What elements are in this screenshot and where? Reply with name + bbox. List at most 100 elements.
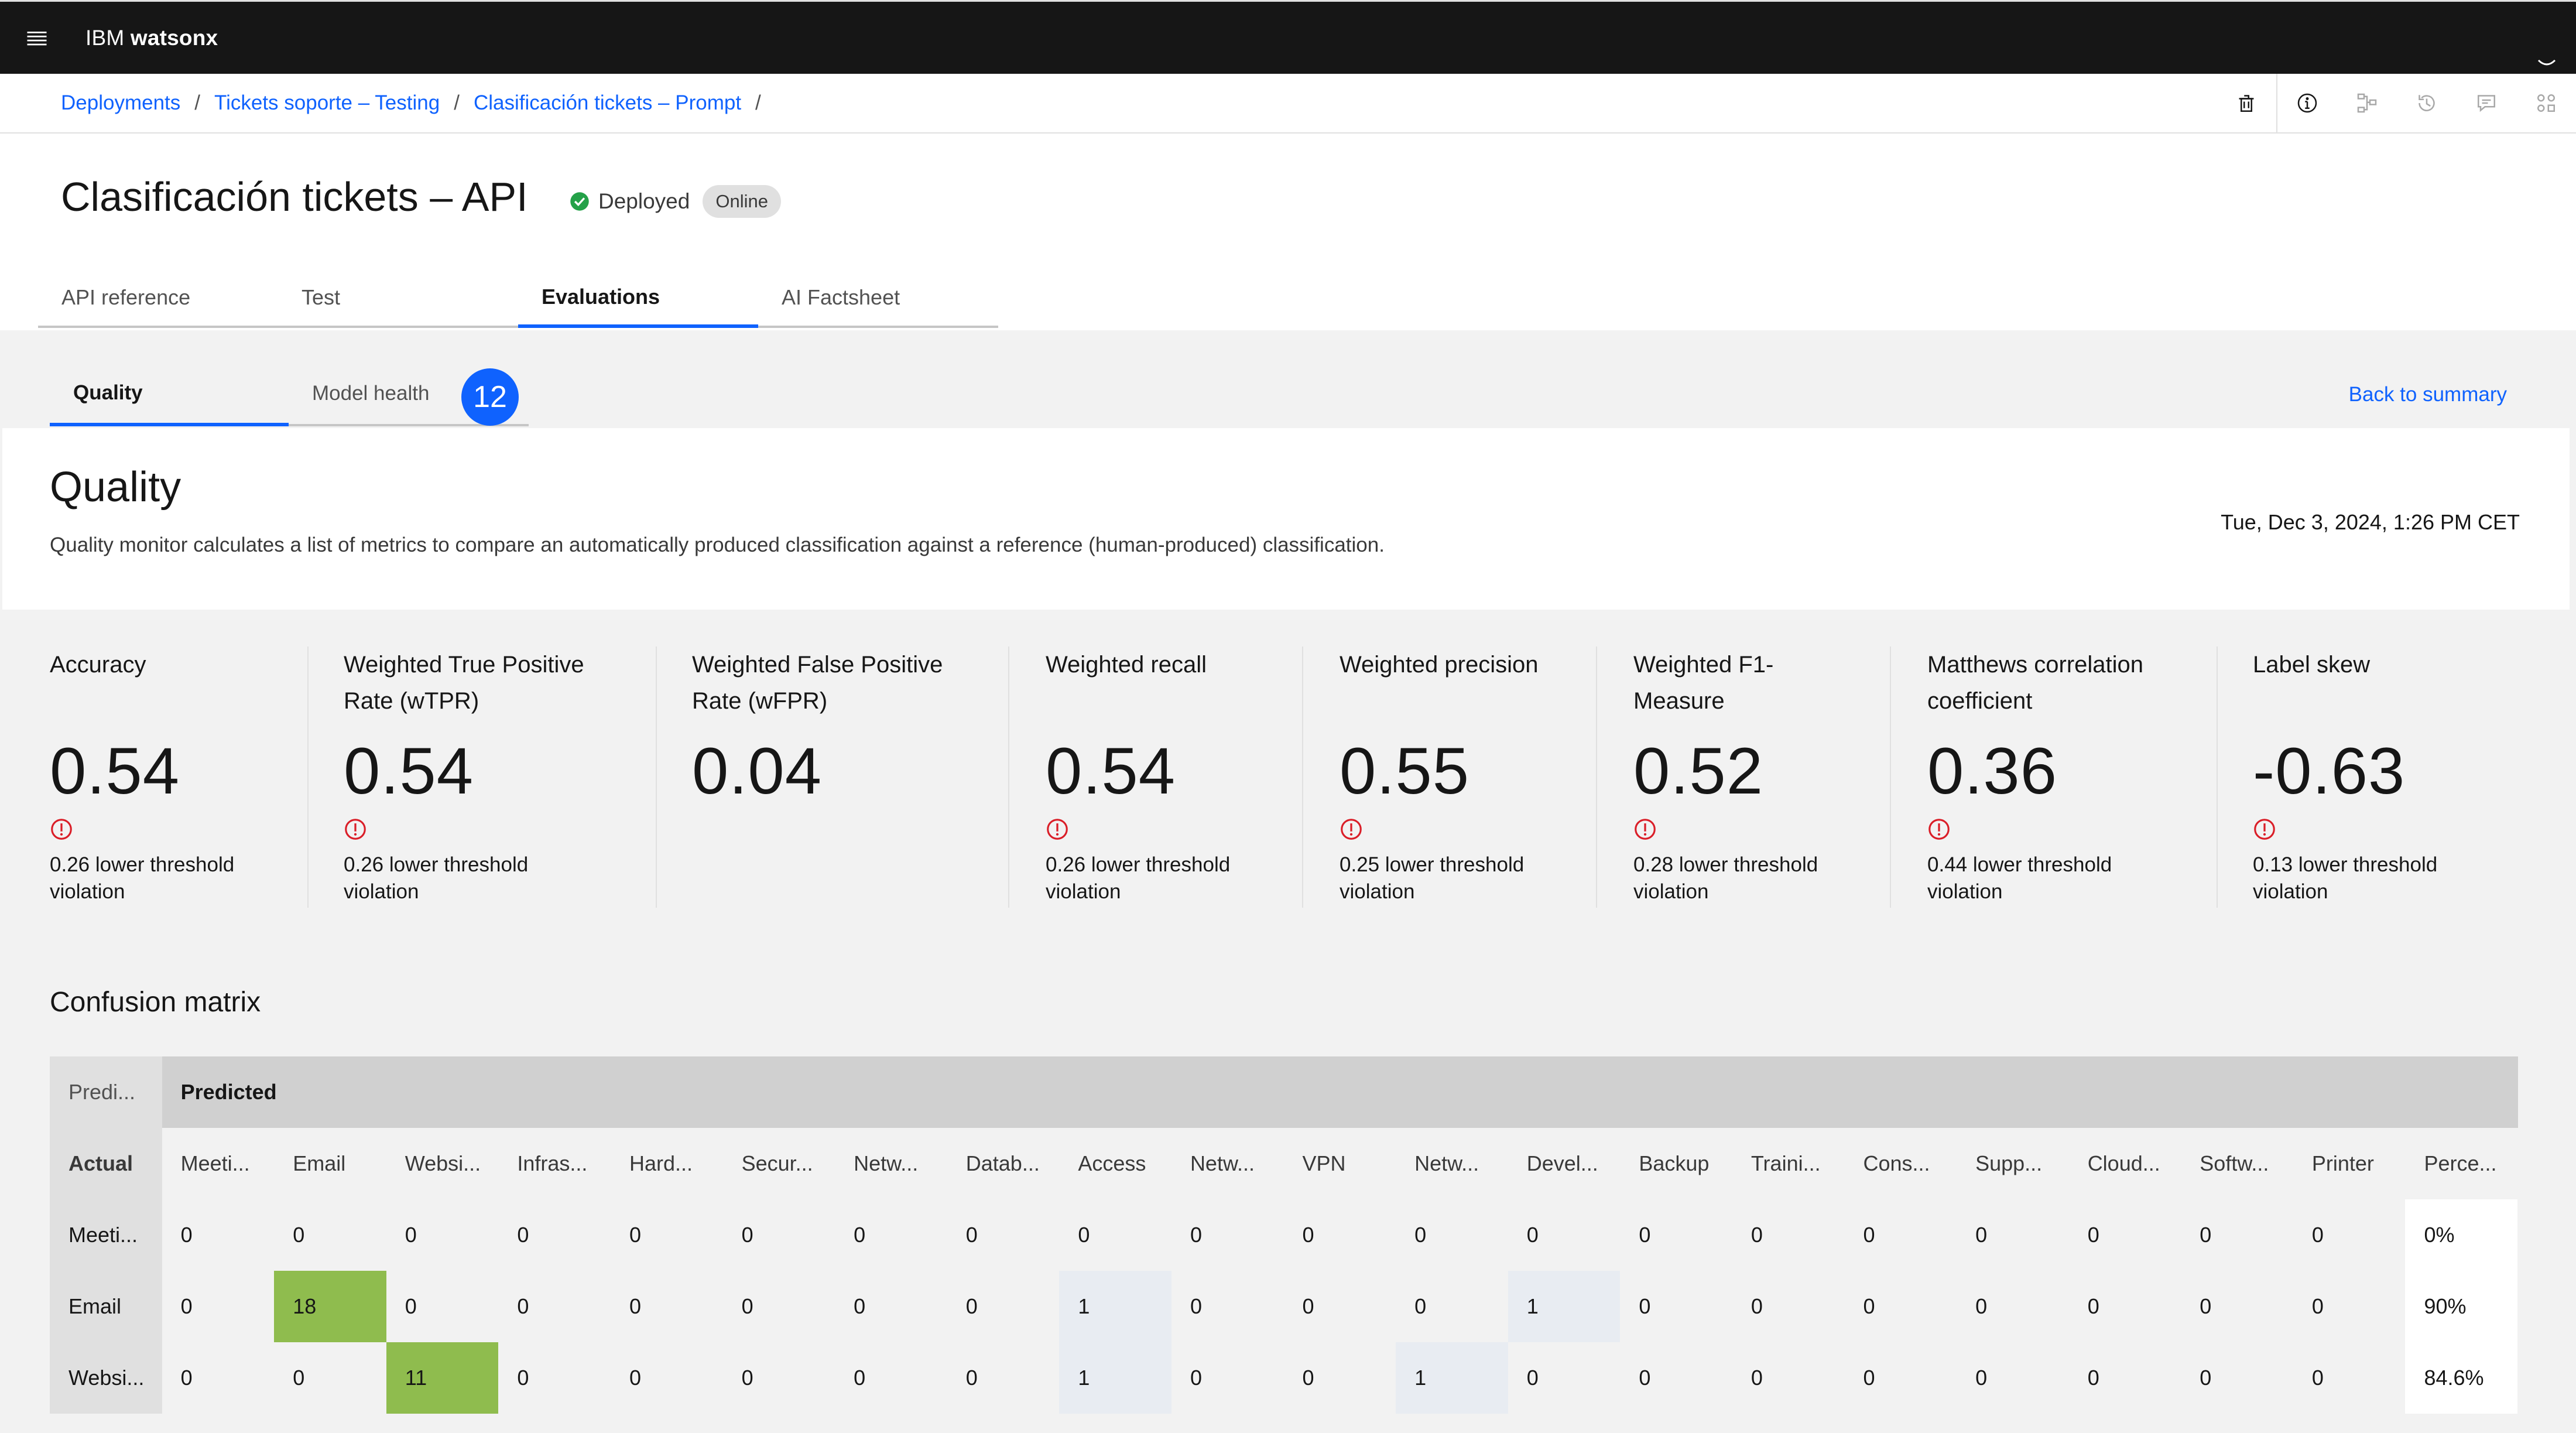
column-header[interactable]: Access [1059, 1128, 1171, 1199]
column-header[interactable]: Devel... [1508, 1128, 1621, 1199]
column-header[interactable]: Datab... [947, 1128, 1060, 1199]
product-brand[interactable]: IBM watsonx [85, 26, 218, 50]
trash-icon[interactable] [2217, 74, 2276, 132]
metric-wtpr: Weighted True Positive Rate (wTPR) 0.54 0… [307, 647, 656, 908]
column-header[interactable]: Secur... [723, 1128, 835, 1199]
column-header[interactable]: Infras... [498, 1128, 611, 1199]
column-header[interactable]: Meeti... [162, 1128, 275, 1199]
metric-threshold-note: 0.13 lower threshold violation [2253, 853, 2438, 903]
column-header[interactable]: Email [274, 1128, 386, 1199]
subtab-quality[interactable]: Quality [50, 363, 289, 426]
breadcrumb-bar: Deployments / Tickets soporte – Testing … [0, 74, 2576, 134]
matrix-cell: 0 [1526, 1366, 1539, 1390]
step-number-badge: 12 [461, 368, 519, 426]
matrix-cell: 0 [629, 1366, 641, 1390]
breadcrumb: Deployments / Tickets soporte – Testing … [61, 91, 775, 115]
metric-value: -0.63 [2253, 734, 2406, 808]
matrix-cell: 0 [1863, 1223, 1875, 1247]
history-icon[interactable] [2397, 74, 2457, 132]
matrix-cell: 0 [180, 1366, 193, 1390]
matrix-cell: 1 [1508, 1271, 1621, 1342]
quality-panel: Quality Quality monitor calculates a lis… [2, 428, 2570, 610]
predicted-header: Predicted [180, 1080, 277, 1104]
matrix-cell: 0 [1751, 1223, 1763, 1247]
metric-label: Matthews correlation coefficient [1927, 652, 2144, 714]
column-header[interactable]: Hard... [611, 1128, 723, 1199]
matrix-cell: 0 [517, 1294, 529, 1318]
matrix-cell: 0 [2087, 1366, 2099, 1390]
deployment-header: Clasificación tickets – API Deployed Onl… [0, 134, 2576, 330]
quality-title: Quality [50, 464, 181, 511]
warning-icon [1047, 819, 1068, 840]
tab-api-reference[interactable]: API reference [38, 269, 278, 328]
confusion-matrix-body: Meeti... 0 0 0 0 0 0 0 0 0 0 0 0 0 0 0 0 0 0 0 0 0% Email 0 18 0 0… [50, 1199, 2518, 1414]
matrix-cell: 0 [1975, 1223, 1988, 1247]
lineage-icon[interactable] [2337, 74, 2397, 132]
metric-label: Weighted recall [1046, 652, 1207, 678]
tab-ai-factsheet[interactable]: AI Factsheet [758, 269, 998, 328]
metric-value: 0.54 [50, 734, 180, 808]
comment-icon[interactable] [2457, 74, 2516, 132]
matrix-cell: 0 [1414, 1223, 1427, 1247]
column-header[interactable]: Backup [1620, 1128, 1732, 1199]
table-row: Email 0 18 0 0 0 0 0 0 1 0 0 0 1 0 0 0 0 0 0 0 90% [50, 1271, 2518, 1342]
column-header[interactable]: Cons... [1845, 1128, 1957, 1199]
matrix-cell: 0 [1863, 1366, 1875, 1390]
matrix-cell: 0 [180, 1294, 193, 1318]
metric-label: Accuracy [50, 652, 146, 678]
column-header[interactable]: Perce... [2405, 1128, 2517, 1199]
breadcrumb-deployments[interactable]: Deployments [61, 91, 180, 115]
matrix-cell: 0 [1078, 1223, 1090, 1247]
status-badge: Online [703, 185, 781, 218]
info-icon[interactable] [2277, 74, 2337, 132]
breadcrumb-prompt[interactable]: Clasificación tickets – Prompt [474, 91, 741, 115]
metric-value: 0.55 [1340, 734, 1469, 808]
matrix-cell: 0 [1975, 1294, 1988, 1318]
breadcrumb-space[interactable]: Tickets soporte – Testing [214, 91, 440, 115]
column-header[interactable]: Softw... [2181, 1128, 2293, 1199]
column-header[interactable]: Supp... [1957, 1128, 2069, 1199]
matrix-cell: 0 [180, 1223, 193, 1247]
matrix-cell: 0 [2087, 1223, 2099, 1247]
metric-weighted-recall: Weighted recall 0.54 0.26 lower threshol… [1008, 647, 1302, 908]
metric-label: Weighted F1- Measure [1633, 652, 1774, 714]
matrix-cell: 0 [405, 1294, 417, 1318]
matrix-cell: 0 [1190, 1366, 1202, 1390]
matrix-cell: 0 [1302, 1294, 1314, 1318]
matrix-cell: 0 [1302, 1366, 1314, 1390]
matrix-cell: 0 [1863, 1294, 1875, 1318]
apps-icon[interactable] [2516, 74, 2576, 132]
corner-header: Predi... [50, 1056, 162, 1128]
metric-threshold-note: 0.44 lower threshold violation [1927, 853, 2112, 903]
matrix-cell: 0 [1526, 1223, 1539, 1247]
matrix-cell: 0 [965, 1366, 978, 1390]
matrix-cell: 0 [741, 1366, 753, 1390]
row-header: Websi... [50, 1342, 162, 1414]
metric-value: 0.54 [344, 734, 474, 808]
column-header[interactable]: Websi... [386, 1128, 499, 1199]
status-label: Deployed [598, 189, 690, 213]
metric-label-skew: Label skew -0.63 0.13 lower threshold vio… [2217, 647, 2521, 908]
column-header[interactable]: Netw... [1396, 1128, 1508, 1199]
column-header[interactable]: VPN [1284, 1128, 1396, 1199]
warning-icon [2254, 819, 2275, 840]
tab-evaluations[interactable]: Evaluations [518, 269, 758, 328]
tab-test[interactable]: Test [278, 269, 518, 328]
metric-weighted-f1: Weighted F1- Measure 0.52 0.28 lower thre… [1596, 647, 1890, 908]
column-header[interactable]: Cloud... [2069, 1128, 2181, 1199]
column-header[interactable]: Netw... [835, 1128, 947, 1199]
metric-value: 0.54 [1046, 734, 1176, 808]
column-header[interactable]: Traini... [1732, 1128, 1845, 1199]
breadcrumb-separator: / [755, 91, 761, 114]
user-avatar-icon[interactable] [2535, 43, 2558, 66]
metric-threshold-note: 0.26 lower threshold violation [50, 853, 235, 903]
row-header: Email [50, 1271, 162, 1342]
hamburger-menu-icon[interactable] [0, 1, 74, 75]
matrix-cell: 0 [1190, 1223, 1202, 1247]
back-to-summary-link[interactable]: Back to summary [2349, 383, 2507, 406]
column-header[interactable]: Netw... [1171, 1128, 1284, 1199]
matrix-cell: 0 [854, 1294, 866, 1318]
metric-wfpr: Weighted False Positive Rate (wFPR) 0.04 [656, 647, 1008, 908]
metric-label: Weighted precision [1340, 652, 1539, 678]
column-header[interactable]: Printer [2293, 1128, 2406, 1199]
